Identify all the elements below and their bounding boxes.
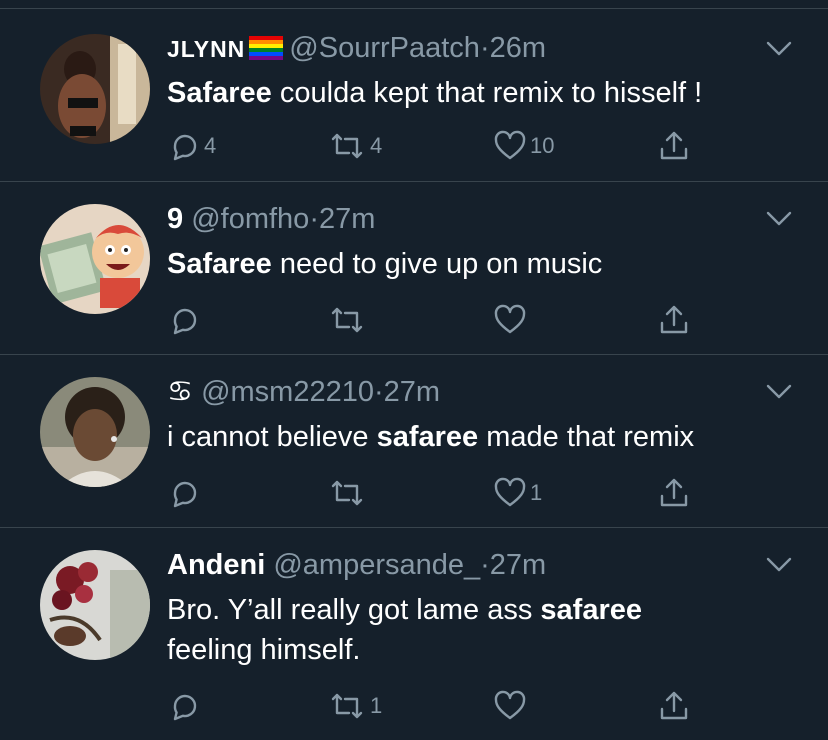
avatar[interactable] bbox=[40, 204, 150, 314]
separator-dot: · bbox=[480, 549, 490, 581]
tweet-text-line: feeling himself. bbox=[167, 634, 361, 666]
tweet-header: ♋︎ @msm22210·27m bbox=[167, 375, 440, 409]
retweet-icon bbox=[331, 693, 363, 719]
avatar[interactable] bbox=[40, 34, 150, 144]
reply-count: 4 bbox=[204, 133, 217, 158]
tweet-text-part: made that remix bbox=[478, 421, 695, 453]
heart-icon bbox=[494, 477, 526, 507]
tweet-header: 9 @fomfho·27m bbox=[167, 202, 375, 236]
display-name[interactable]: JLYNN bbox=[167, 36, 245, 62]
heart-icon bbox=[494, 690, 526, 720]
tweet-text: Safaree need to give up on music bbox=[167, 244, 787, 284]
avatar[interactable] bbox=[40, 550, 150, 660]
like-button[interactable] bbox=[493, 300, 530, 340]
reply-button[interactable] bbox=[167, 300, 204, 340]
separator-dot: · bbox=[373, 376, 384, 408]
avatar[interactable] bbox=[40, 377, 150, 487]
separator-dot: · bbox=[479, 32, 490, 64]
retweet-count: 1 bbox=[370, 693, 383, 718]
tweet[interactable]: ♋︎ @msm22210·27m i cannot believe safare… bbox=[0, 355, 828, 527]
reply-icon bbox=[173, 481, 197, 508]
action-bar: 1 bbox=[167, 686, 727, 726]
reply-button[interactable]: 4 bbox=[167, 126, 216, 166]
chevron-down-icon[interactable] bbox=[766, 210, 792, 228]
retweet-icon bbox=[331, 480, 363, 506]
heart-icon bbox=[494, 130, 526, 160]
retweet-count: 4 bbox=[370, 133, 383, 158]
display-name[interactable]: ♋︎ bbox=[167, 376, 193, 408]
separator-dot: · bbox=[309, 203, 319, 235]
action-bar bbox=[167, 300, 727, 340]
like-button[interactable]: 10 bbox=[493, 126, 554, 166]
user-handle[interactable]: @fomfho bbox=[191, 203, 309, 235]
tweet-text-part: coulda kept that remix to hisself ! bbox=[271, 77, 703, 109]
retweet-button[interactable]: 1 bbox=[327, 686, 382, 726]
tweet[interactable]: Andeni @ampersande_·27m Bro. Y’all reall… bbox=[0, 528, 828, 740]
user-handle[interactable]: @SourrPaatch bbox=[289, 32, 480, 64]
share-icon bbox=[660, 305, 688, 334]
tweet-text-line: Bro. Y’all really got lame ass safaree bbox=[167, 590, 787, 630]
tweet[interactable]: JLYNN @SourrPaatch·26m Safaree coulda kep… bbox=[0, 9, 828, 181]
reply-icon bbox=[173, 694, 197, 721]
highlighted-keyword: Safaree bbox=[167, 248, 272, 280]
action-bar: 4 4 10 bbox=[167, 126, 727, 166]
tweet-text: Bro. Y’all really got lame ass safaree f… bbox=[167, 590, 787, 670]
share-button[interactable] bbox=[657, 473, 691, 513]
tweet-text: Safaree coulda kept that remix to hissel… bbox=[167, 73, 787, 113]
like-button[interactable] bbox=[493, 686, 530, 726]
share-button[interactable] bbox=[657, 126, 691, 166]
retweet-button[interactable] bbox=[327, 300, 370, 340]
timestamp[interactable]: 27m bbox=[319, 203, 375, 235]
share-icon bbox=[660, 131, 688, 160]
retweet-icon bbox=[331, 307, 363, 333]
tweet-text-part: need to give up on music bbox=[271, 248, 603, 280]
rainbow-flag-icon bbox=[249, 36, 284, 60]
highlighted-keyword: Safaree bbox=[167, 77, 272, 109]
timestamp[interactable]: 26m bbox=[490, 32, 546, 64]
retweet-button[interactable]: 4 bbox=[327, 126, 382, 166]
share-button[interactable] bbox=[657, 300, 691, 340]
share-button[interactable] bbox=[657, 686, 691, 726]
tweet-text: i cannot believe safaree made that remix bbox=[167, 417, 787, 457]
reply-icon bbox=[173, 308, 197, 335]
chevron-down-icon[interactable] bbox=[766, 383, 792, 401]
reply-icon bbox=[173, 134, 197, 161]
highlighted-keyword: safaree bbox=[540, 594, 642, 626]
tweet[interactable]: 9 @fomfho·27m Safaree need to give up on… bbox=[0, 182, 828, 354]
share-icon bbox=[660, 691, 688, 720]
tweet-header: JLYNN @SourrPaatch·26m bbox=[167, 31, 546, 66]
reply-button[interactable] bbox=[167, 686, 204, 726]
retweet-icon bbox=[331, 133, 363, 159]
timestamp[interactable]: 27m bbox=[384, 376, 440, 408]
timestamp[interactable]: 27m bbox=[490, 549, 546, 581]
tweet-header: Andeni @ampersande_·27m bbox=[167, 548, 546, 582]
chevron-down-icon[interactable] bbox=[766, 40, 792, 58]
like-count: 10 bbox=[530, 133, 555, 158]
heart-icon bbox=[494, 304, 526, 334]
highlighted-keyword: safaree bbox=[376, 421, 479, 453]
action-bar: 1 bbox=[167, 473, 727, 513]
display-name[interactable]: 9 bbox=[167, 203, 183, 235]
user-handle[interactable]: @msm22210 bbox=[201, 376, 374, 408]
tweet-text-part: i cannot believe bbox=[167, 421, 377, 453]
reply-button[interactable] bbox=[167, 473, 204, 513]
display-name[interactable]: Andeni bbox=[167, 549, 265, 581]
user-handle[interactable]: @ampersande_ bbox=[273, 549, 480, 581]
retweet-button[interactable] bbox=[327, 473, 370, 513]
like-button[interactable]: 1 bbox=[493, 473, 542, 513]
chevron-down-icon[interactable] bbox=[766, 556, 792, 574]
share-icon bbox=[660, 478, 688, 507]
like-count: 1 bbox=[530, 480, 543, 505]
tweet-text-part: Bro. Y’all really got lame ass bbox=[167, 594, 541, 626]
